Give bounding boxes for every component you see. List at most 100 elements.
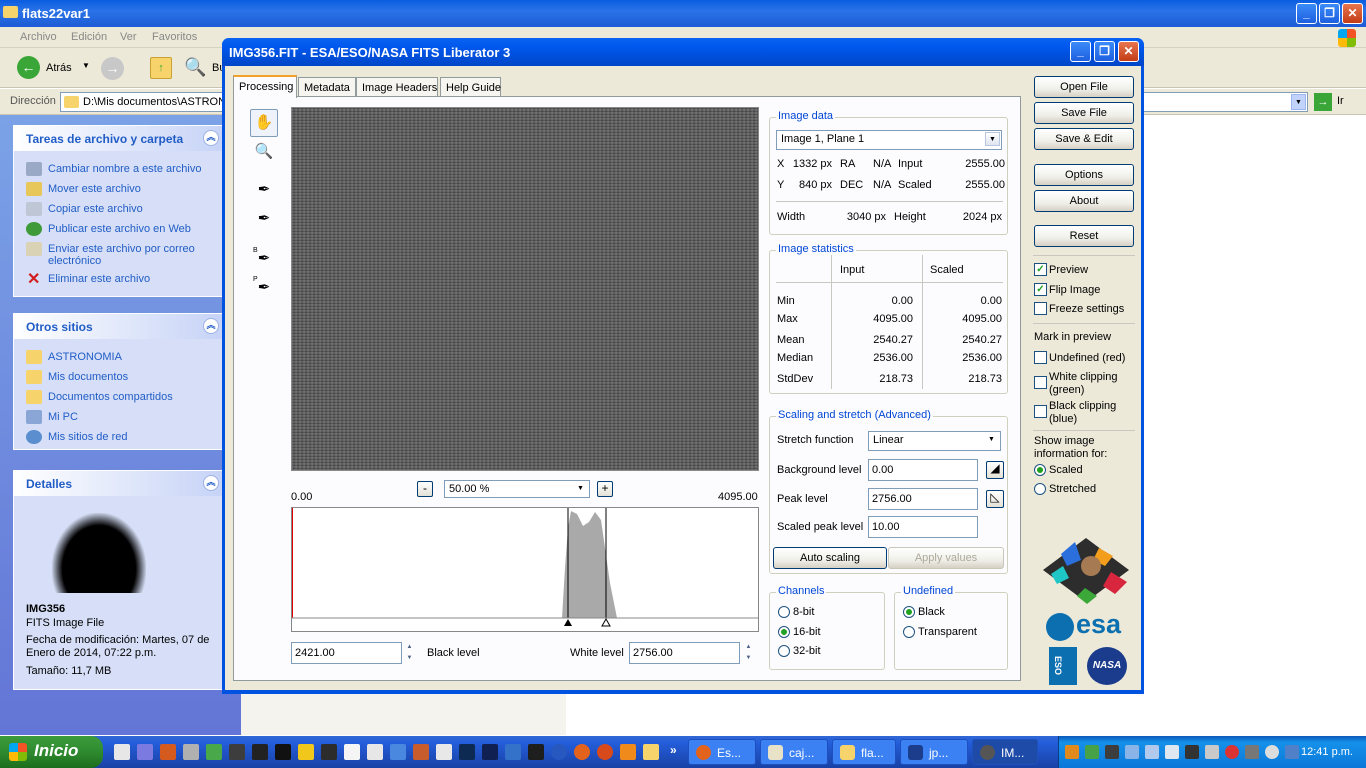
about-button[interactable]: About [1034,190,1134,212]
hand-tool-icon[interactable]: ✋ [250,109,278,137]
menu-ver[interactable]: Ver [120,31,137,43]
tray-icon[interactable] [1285,745,1299,759]
place-astronomia[interactable]: ASTRONOMIA [14,347,224,367]
undefined-transparent-label[interactable]: Transparent [918,626,977,638]
app-icon[interactable] [597,744,613,760]
taskbar-button-img356[interactable]: IM... [972,739,1038,765]
black-clipping-checkbox[interactable] [1034,405,1047,418]
app-icon[interactable] [183,744,199,760]
tab-processing[interactable]: Processing [233,75,297,98]
app-icon[interactable] [344,744,360,760]
chevron-down-icon[interactable]: ▼ [1291,94,1306,110]
place-documentos-compartidos[interactable]: Documentos compartidos [14,387,224,407]
show-stretched-radio[interactable] [1034,483,1046,495]
menu-archivo[interactable]: Archivo [20,31,57,43]
photoshop-icon[interactable] [459,744,475,760]
freeze-settings-label[interactable]: Freeze settings [1049,303,1124,315]
collapse-chevron-icon[interactable]: ︽ [203,475,219,491]
network-icon[interactable] [1125,745,1139,759]
app-icon[interactable] [367,744,383,760]
tray-icon[interactable] [1245,745,1259,759]
forward-arrow-icon[interactable]: → [101,57,124,80]
background-picker-icon[interactable]: ◢ [986,461,1004,479]
black-clipping-label-2[interactable]: (blue) [1049,413,1077,425]
app-icon[interactable] [482,744,498,760]
peak-level-input[interactable]: 2756.00 [868,488,978,510]
white-clipping-checkbox[interactable] [1034,376,1047,389]
minimize-button[interactable]: _ [1296,3,1317,24]
save-edit-button[interactable]: Save & Edit [1034,128,1134,150]
save-file-button[interactable]: Save File [1034,102,1134,124]
network-icon[interactable] [1145,745,1159,759]
channel-8bit-radio[interactable] [778,606,790,618]
menu-edicion[interactable]: Edición [71,31,107,43]
reset-button[interactable]: Reset [1034,225,1134,247]
place-mi-pc[interactable]: Mi PC [14,407,224,427]
undefined-red-label[interactable]: Undefined (red) [1049,352,1125,364]
zoom-select[interactable]: 50.00 % ▼ [444,480,590,498]
spin-up-icon[interactable]: ▲ [402,642,417,653]
minimize-button[interactable]: _ [1070,41,1091,62]
maximize-button[interactable]: ❐ [1094,41,1115,62]
channel-32bit-radio[interactable] [778,645,790,657]
eyedropper-white-icon[interactable]: ✒ [250,206,278,234]
tray-icon[interactable] [1205,745,1219,759]
up-folder-icon[interactable]: ↑ [150,57,172,79]
back-button[interactable]: ← Atrás ▼ [17,56,97,80]
tray-icon[interactable] [1085,745,1099,759]
taskbar-button-firefox[interactable]: Es... [688,739,756,765]
taskbar-button-flats[interactable]: fla... [832,739,896,765]
flip-image-label[interactable]: Flip Image [1049,284,1100,296]
peak-picker-icon[interactable]: ◺ [986,490,1004,508]
white-clipping-label-2[interactable]: (green) [1049,384,1084,396]
details-header[interactable]: Detalles ︽ [14,471,224,496]
app-icon[interactable] [252,744,268,760]
task-copy[interactable]: Copiar este archivo [14,199,224,219]
desktop-icon[interactable] [114,744,130,760]
options-button[interactable]: Options [1034,164,1134,186]
spin-down-icon[interactable]: ▼ [741,653,756,664]
undefined-black-label[interactable]: Black [918,606,945,618]
app-icon[interactable] [206,744,222,760]
taskbar-button-jp[interactable]: jp... [900,739,968,765]
undefined-black-radio[interactable] [903,606,915,618]
zoom-in-button[interactable]: + [597,481,613,497]
tab-help-guide[interactable]: Help Guide [440,77,501,97]
stretch-function-select[interactable]: Linear ▼ [868,431,1001,451]
app-icon[interactable] [436,744,452,760]
preview-label[interactable]: Preview [1049,264,1088,276]
go-label[interactable]: Ir [1337,95,1344,107]
app-icon[interactable] [275,744,291,760]
place-mis-documentos[interactable]: Mis documentos [14,367,224,387]
tray-icon[interactable] [1185,745,1199,759]
channel-16bit-radio[interactable] [778,626,790,638]
eyedropper-icon[interactable]: ✒ [250,177,278,205]
zoom-out-button[interactable]: - [417,481,433,497]
tab-image-headers[interactable]: Image Headers [356,77,438,97]
task-publish[interactable]: Publicar este archivo en Web [14,219,224,239]
clock[interactable]: 12:41 p.m. [1301,746,1353,758]
app-icon[interactable] [137,744,153,760]
app-icon[interactable] [298,744,314,760]
task-delete[interactable]: ✕ Eliminar este archivo [14,269,224,289]
undefined-transparent-radio[interactable] [903,626,915,638]
other-places-header[interactable]: Otros sitios ︽ [14,314,224,339]
app-icon[interactable] [321,744,337,760]
show-scaled-label[interactable]: Scaled [1049,464,1083,476]
app-icon[interactable] [528,744,544,760]
menu-favoritos[interactable]: Favoritos [152,31,197,43]
close-button[interactable]: ✕ [1342,3,1363,24]
undefined-red-checkbox[interactable] [1034,351,1047,364]
start-button[interactable]: Inicio [0,736,103,768]
app-icon[interactable] [160,744,176,760]
black-level-spinner[interactable]: ▲ ▼ [402,642,417,664]
open-file-button[interactable]: Open File [1034,76,1134,98]
plane-select[interactable]: Image 1, Plane 1 ▼ [776,130,1002,150]
fits-liberator-title-bar[interactable]: IMG356.FIT - ESA/ESO/NASA FITS Liberator… [222,38,1144,66]
place-sitios-de-red[interactable]: Mis sitios de red [14,427,224,447]
tray-icon[interactable] [1225,745,1239,759]
black-clipping-label[interactable]: Black clipping [1049,400,1116,412]
task-rename[interactable]: Cambiar nombre a este archivo [14,159,224,179]
eyedropper-peak-icon[interactable]: P ✒ [250,275,278,303]
spin-down-icon[interactable]: ▼ [402,653,417,664]
